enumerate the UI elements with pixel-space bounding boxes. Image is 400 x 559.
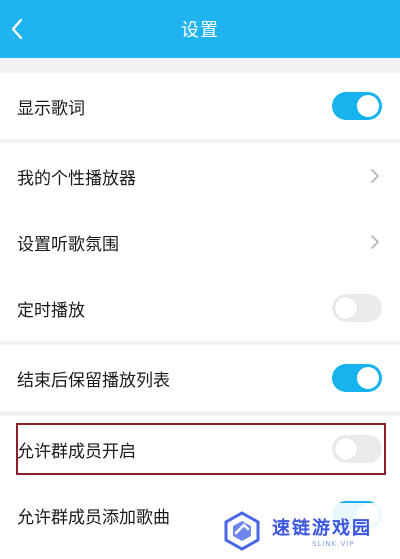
back-button[interactable] — [4, 12, 30, 46]
keep-playlist-label: 结束后保留播放列表 — [17, 370, 170, 391]
settings-group-player: 我的个性播放器 设置听歌氛围 — [0, 143, 400, 275]
show-lyrics-label: 显示歌词 — [17, 98, 85, 119]
personal-player-label: 我的个性播放器 — [17, 168, 136, 189]
keep-playlist-toggle[interactable] — [332, 364, 382, 392]
toggle-knob — [357, 95, 379, 117]
toggle-knob — [335, 297, 357, 319]
page-title: 设置 — [181, 20, 219, 41]
personal-player-row[interactable]: 我的个性播放器 — [0, 143, 400, 209]
keep-playlist-row: 结束后保留播放列表 — [0, 345, 400, 411]
watermark-text: 速链游戏园 SLINK.VIP — [272, 514, 372, 548]
settings-group-timer: 定时播放 — [0, 275, 400, 341]
timed-play-label: 定时播放 — [17, 300, 85, 321]
top-bar: 设置 — [0, 0, 400, 58]
settings-group-playlist: 结束后保留播放列表 — [0, 345, 400, 411]
watermark: 速链游戏园 SLINK.VIP — [198, 503, 400, 559]
watermark-logo-icon — [224, 511, 260, 551]
allow-members-add-label: 允许群成员添加歌曲 — [17, 507, 170, 528]
back-arrow-icon — [11, 18, 23, 40]
timed-play-toggle[interactable] — [332, 294, 382, 322]
watermark-subtitle: SLINK.VIP — [312, 540, 355, 548]
settings-group-lyrics: 显示歌词 — [0, 73, 400, 139]
show-lyrics-toggle[interactable] — [332, 92, 382, 120]
show-lyrics-row: 显示歌词 — [0, 73, 400, 139]
timed-play-row: 定时播放 — [0, 275, 400, 341]
chevron-right-icon — [371, 169, 379, 183]
watermark-title: 速链游戏园 — [272, 518, 372, 539]
listening-atmosphere-row[interactable]: 设置听歌氛围 — [0, 209, 400, 275]
toggle-knob — [357, 367, 379, 389]
highlight-box — [16, 423, 386, 475]
chevron-right-icon — [371, 235, 379, 249]
listening-atmosphere-label: 设置听歌氛围 — [17, 234, 119, 255]
